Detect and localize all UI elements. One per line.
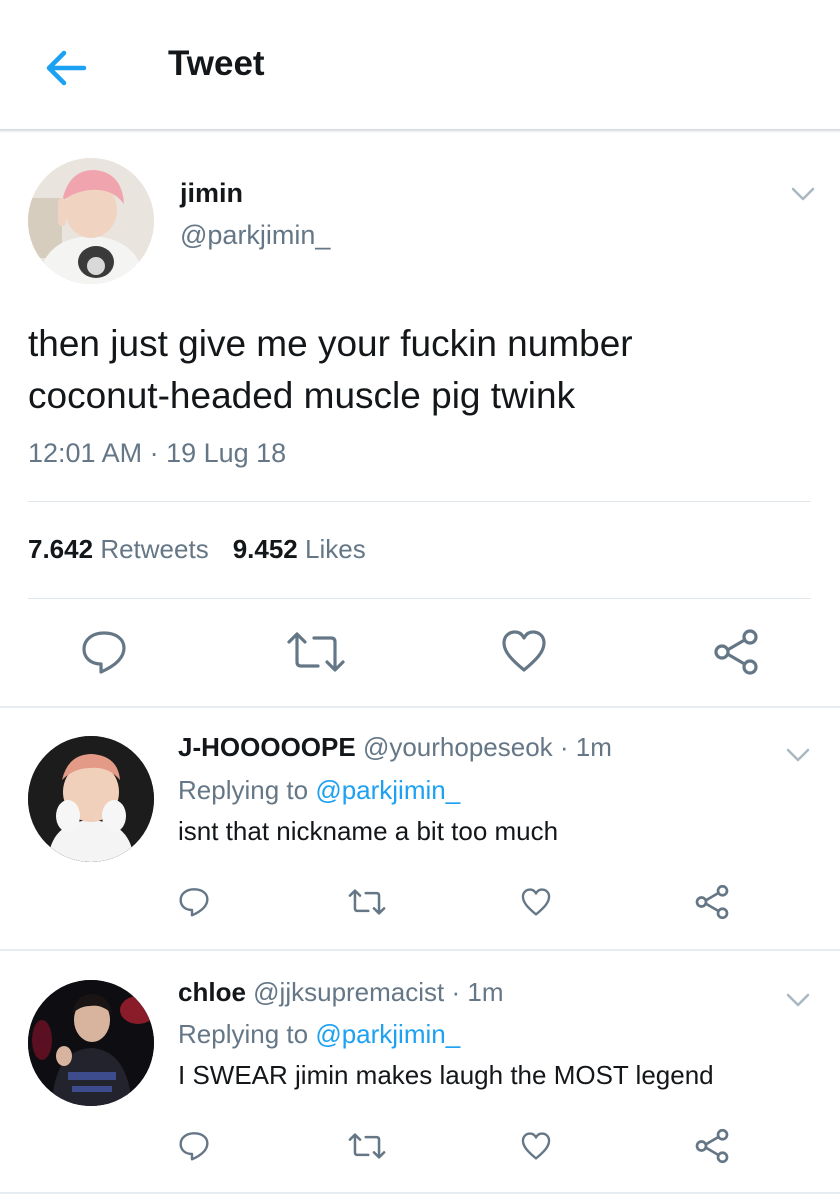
replying-to-prefix: Replying to xyxy=(178,1019,316,1049)
like-button[interactable] xyxy=(500,628,548,679)
avatar-image xyxy=(28,158,154,284)
heart-icon xyxy=(521,888,551,916)
retweets-stat[interactable]: 7.642 Retweets xyxy=(28,534,209,564)
back-button[interactable] xyxy=(44,48,88,88)
reply-author-name[interactable]: chloe xyxy=(178,977,246,1007)
tweet-text-line: coconut-headed muscle pig twink xyxy=(28,375,576,416)
reply-options-button[interactable] xyxy=(783,990,813,1010)
reply-button[interactable] xyxy=(80,628,128,681)
likes-stat[interactable]: 9.452 Likes xyxy=(233,534,366,564)
share-button[interactable] xyxy=(694,1128,730,1169)
top-bar-shadow xyxy=(0,129,840,133)
top-bar: Tweet xyxy=(0,0,840,130)
chevron-down-icon xyxy=(786,748,810,762)
retweet-icon xyxy=(348,889,386,915)
reply-time[interactable]: 1m xyxy=(576,732,612,762)
retweets-count: 7.642 xyxy=(28,534,94,564)
avatar[interactable] xyxy=(28,736,154,862)
replying-to-mention[interactable]: @parkjimin_ xyxy=(315,1019,460,1049)
likes-count: 9.452 xyxy=(232,534,298,564)
section-separator xyxy=(0,706,840,708)
reply-author-handle[interactable]: @yourhopeseok xyxy=(363,732,553,762)
avatar[interactable] xyxy=(28,980,154,1106)
retweet-button[interactable] xyxy=(348,1132,386,1165)
replying-to: Replying to @parkjimin_ xyxy=(178,1019,460,1050)
retweet-button[interactable] xyxy=(348,888,386,921)
reply-button[interactable] xyxy=(178,886,210,923)
avatar-image xyxy=(28,736,154,862)
replying-to-mention[interactable]: @parkjimin_ xyxy=(315,775,460,805)
section-separator xyxy=(0,949,840,951)
tweet-stats: 7.642 Retweets 9.452 Likes xyxy=(28,534,366,565)
like-button[interactable] xyxy=(520,887,552,922)
reply-options-button[interactable] xyxy=(783,745,813,765)
tweet-text-line: then just give me your fuckin number xyxy=(28,323,633,364)
chevron-down-icon xyxy=(791,187,815,201)
avatar-image xyxy=(28,980,154,1106)
reply-text: I SWEAR jimin makes laugh the MOST legen… xyxy=(178,1060,714,1090)
like-button[interactable] xyxy=(520,1131,552,1166)
speech-bubble-icon xyxy=(179,888,209,917)
page-title: Tweet xyxy=(168,44,265,83)
reply-header: chloe @jjksupremacist · 1m xyxy=(178,977,504,1008)
reply-text: isnt that nickname a bit too much xyxy=(178,816,559,846)
divider xyxy=(28,598,811,599)
reply-author-name[interactable]: J-HOOOOOPE xyxy=(178,732,356,762)
tweet-text: then just give me your fuckin number coc… xyxy=(28,318,808,422)
reply-button[interactable] xyxy=(178,1130,210,1167)
reply-separator: · xyxy=(552,732,576,762)
reply-author-handle[interactable]: @jjksupremacist xyxy=(253,977,444,1007)
reply-header: J-HOOOOOPE @yourhopeseok · 1m xyxy=(178,732,612,763)
reply-time[interactable]: 1m xyxy=(467,977,503,1007)
arrow-left-icon xyxy=(46,50,87,86)
author-handle[interactable]: @parkjimin_ xyxy=(180,220,330,251)
section-separator xyxy=(0,1192,840,1194)
share-button[interactable] xyxy=(712,628,760,681)
share-icon xyxy=(695,884,729,920)
share-button[interactable] xyxy=(694,884,730,925)
tweet-options-button[interactable] xyxy=(788,184,818,204)
speech-bubble-icon xyxy=(82,631,126,674)
avatar[interactable] xyxy=(28,158,154,284)
retweets-label: Retweets xyxy=(100,534,209,564)
likes-label: Likes xyxy=(305,534,366,564)
replying-to: Replying to @parkjimin_ xyxy=(178,775,460,806)
speech-bubble-icon xyxy=(179,1132,209,1161)
retweet-icon xyxy=(348,1133,386,1159)
tweet-timestamp[interactable]: 12:01 AM · 19 Lug 18 xyxy=(28,438,286,469)
author-name[interactable]: jimin xyxy=(180,178,243,209)
chevron-down-icon xyxy=(786,993,810,1007)
share-icon xyxy=(714,629,758,675)
heart-icon xyxy=(502,630,546,672)
reply-separator: · xyxy=(444,977,468,1007)
share-icon xyxy=(695,1128,729,1164)
replying-to-prefix: Replying to xyxy=(178,775,316,805)
heart-icon xyxy=(521,1132,551,1160)
retweet-button[interactable] xyxy=(286,630,346,679)
retweet-icon xyxy=(287,632,345,672)
divider xyxy=(28,501,811,502)
